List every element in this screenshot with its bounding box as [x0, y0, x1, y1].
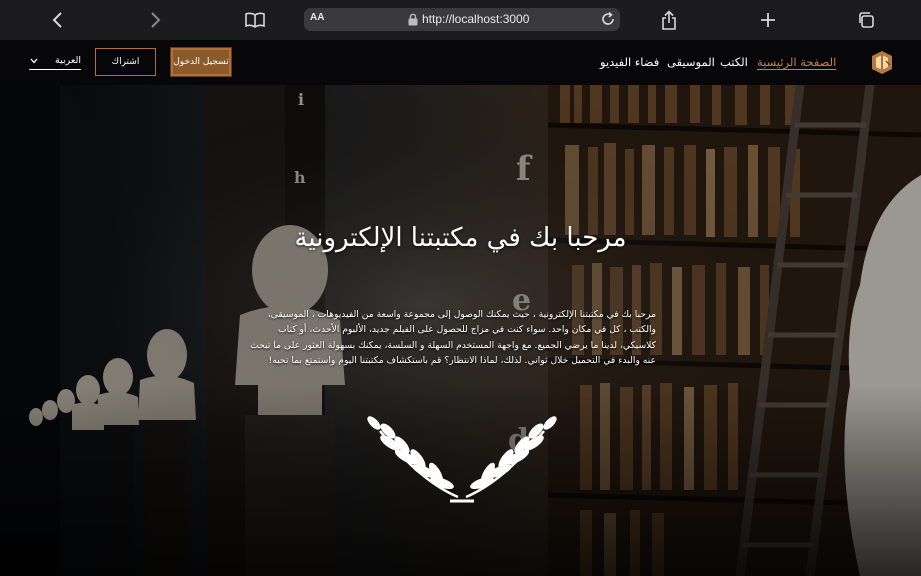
- browser-toolbar: AA http://localhost:3000: [0, 0, 921, 40]
- nav-link-video[interactable]: فضاء الفيديو: [600, 55, 659, 69]
- chevron-down-icon: [30, 58, 38, 64]
- book-logo-icon[interactable]: [868, 48, 896, 76]
- language-select[interactable]: العربية: [29, 55, 81, 70]
- hero-title: مرحبا بك في مكتبتنا الإلكترونية: [294, 223, 627, 253]
- reader-aa-button[interactable]: AA: [310, 12, 324, 23]
- lock-icon: [408, 13, 418, 26]
- address-bar[interactable]: AA http://localhost:3000: [304, 8, 620, 31]
- chevron-left-icon[interactable]: [46, 8, 70, 32]
- url-text[interactable]: http://localhost:3000: [422, 12, 529, 26]
- login-button[interactable]: تسجيل الدخول: [170, 47, 232, 77]
- hero-description: مرحبا بك في مكتبتنا الإلكترونية ، حيث يم…: [250, 309, 656, 367]
- language-label: العربية: [55, 55, 81, 66]
- plus-icon[interactable]: [756, 8, 780, 32]
- nav-link-home[interactable]: الصفحة الرئيسية: [757, 55, 836, 69]
- nav-link-music[interactable]: الموسيقى: [667, 55, 715, 69]
- nav-link-books[interactable]: الكتب: [720, 55, 748, 69]
- hero-section: i h f e d: [0, 85, 921, 576]
- share-icon[interactable]: [657, 8, 681, 32]
- laurel-wreath-icon: [367, 416, 557, 503]
- chevron-right-icon[interactable]: [143, 8, 167, 32]
- tabs-icon[interactable]: [854, 8, 878, 32]
- book-icon[interactable]: [243, 8, 267, 32]
- reload-icon[interactable]: [600, 11, 616, 27]
- subscribe-button[interactable]: اشتراك: [95, 48, 156, 76]
